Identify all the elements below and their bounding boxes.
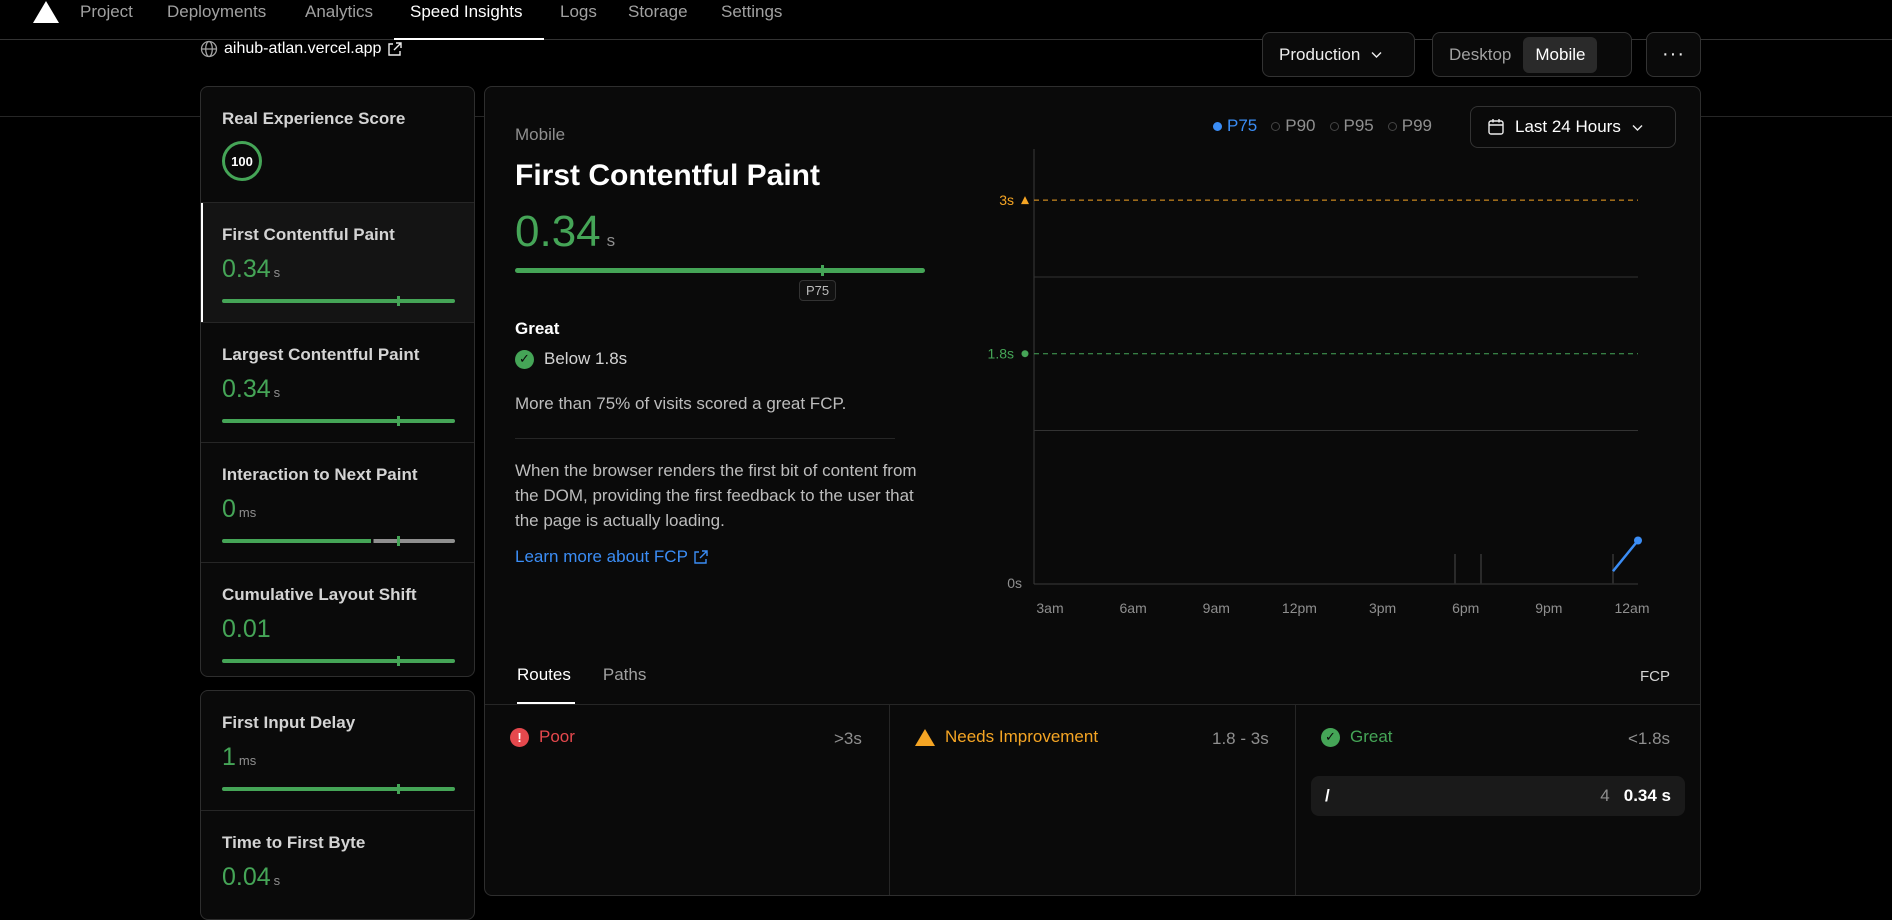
p75-marker xyxy=(397,784,400,794)
metric-unit: s xyxy=(273,873,281,888)
threshold-label: 3s xyxy=(999,192,1014,208)
metric-score-bar xyxy=(222,536,455,546)
breakdown-metric-label: FCP xyxy=(1640,668,1670,685)
metric-first-input-delay[interactable]: First Input Delay 1 ms xyxy=(201,691,474,811)
x-tick-label: 3pm xyxy=(1369,600,1396,616)
metrics-list: Real Experience Score 100 First Contentf… xyxy=(200,86,475,677)
column-label: Needs Improvement xyxy=(945,727,1099,746)
more-options-button[interactable]: ··· xyxy=(1646,32,1701,77)
chevron-down-icon xyxy=(1371,52,1382,58)
fcp-timeseries-chart: 3s 1.8s 0s 3am 6am 9am 12pm 3pm 6pm 9pm 12am xyxy=(988,149,1650,616)
threshold-marker xyxy=(1021,350,1029,358)
x-tick-label: 6pm xyxy=(1452,600,1479,616)
metric-largest-contentful-paint[interactable]: Largest Contentful Paint 0.34 s xyxy=(201,323,474,443)
warning-triangle-icon xyxy=(915,728,935,746)
series-line xyxy=(1612,539,1639,572)
p75-marker xyxy=(397,296,400,306)
metric-score-bar xyxy=(222,784,455,794)
metric-value: 0 xyxy=(222,495,236,523)
column-label: Poor xyxy=(539,727,575,746)
vercel-logo-icon[interactable] xyxy=(33,1,59,23)
p75-marker xyxy=(397,536,400,546)
metric-name: Time to First Byte xyxy=(222,833,366,852)
x-tick-label: 12am xyxy=(1614,600,1649,616)
alert-circle-icon: ! xyxy=(510,727,529,747)
more-icon: ··· xyxy=(1662,43,1685,65)
nav-settings[interactable]: Settings xyxy=(721,2,782,22)
metric-interaction-to-next-paint[interactable]: Interaction to Next Paint 0 ms xyxy=(201,443,474,563)
check-circle-icon: ✓ xyxy=(1321,727,1340,747)
column-range: >3s xyxy=(834,729,862,748)
nav-deployments[interactable]: Deployments xyxy=(167,2,266,22)
score-label: Real Experience Score xyxy=(222,109,406,128)
environment-select[interactable]: Production xyxy=(1262,32,1415,77)
metric-time-to-first-byte[interactable]: Time to First Byte 0.04 s xyxy=(201,811,474,919)
metric-first-contentful-paint[interactable]: First Contentful Paint 0.34 s xyxy=(201,203,474,323)
metric-score-bar xyxy=(222,296,455,306)
route-count: 4 xyxy=(1600,786,1610,805)
x-tick-label: 12pm xyxy=(1282,600,1317,616)
metric-value: 0.34 xyxy=(222,255,271,283)
y-tick-label: 0s xyxy=(1007,575,1022,591)
device-desktop-button[interactable]: Desktop xyxy=(1437,37,1523,73)
external-link-icon xyxy=(388,41,403,56)
domain-text: aihub-atlan.vercel.app xyxy=(224,40,382,57)
metric-name: First Input Delay xyxy=(222,713,356,732)
nav-storage[interactable]: Storage xyxy=(628,2,688,22)
metric-name: First Contentful Paint xyxy=(222,225,395,244)
x-tick-label: 3am xyxy=(1036,600,1063,616)
threshold-marker xyxy=(1021,196,1029,205)
metric-detail-panel: Mobile First Contentful Paint 0.34 s P75 … xyxy=(484,86,1701,896)
nav-project[interactable]: Project xyxy=(80,2,133,22)
breakdown-tabs: Routes Paths xyxy=(517,665,646,685)
column-range: <1.8s xyxy=(1628,729,1671,748)
metric-value: 0.34 xyxy=(222,375,271,403)
project-domain[interactable]: aihub-atlan.vercel.app xyxy=(200,40,403,58)
metric-name: Cumulative Layout Shift xyxy=(222,585,417,604)
series-point xyxy=(1634,536,1642,545)
tab-paths[interactable]: Paths xyxy=(603,665,646,685)
p75-marker xyxy=(397,416,400,426)
column-header-great: ✓ Great xyxy=(1321,727,1393,747)
route-value: 0.34 s xyxy=(1623,786,1671,805)
column-header-poor: ! Poor xyxy=(510,727,575,747)
real-experience-score[interactable]: Real Experience Score 100 xyxy=(201,87,474,203)
column-range: 1.8 - 3s xyxy=(1212,729,1269,748)
nav-active-indicator xyxy=(394,38,544,40)
metric-unit: s xyxy=(273,385,281,400)
metric-name: Interaction to Next Paint xyxy=(222,465,418,484)
environment-label: Production xyxy=(1279,44,1361,64)
globe-icon xyxy=(200,40,218,58)
route-row[interactable]: / 4 0.34 s xyxy=(1311,776,1685,816)
metric-unit: ms xyxy=(238,505,257,520)
route-path: / xyxy=(1325,786,1330,805)
metric-score-bar xyxy=(222,416,455,426)
tab-routes[interactable]: Routes xyxy=(517,665,571,685)
nav-analytics[interactable]: Analytics xyxy=(305,2,373,22)
metric-name: Largest Contentful Paint xyxy=(222,345,420,364)
device-toggle: Desktop Mobile xyxy=(1432,32,1632,77)
nav-speed-insights[interactable]: Speed Insights xyxy=(410,2,522,22)
threshold-label: 1.8s xyxy=(988,346,1014,362)
score-ring: 100 xyxy=(222,141,262,181)
metric-value: 1 xyxy=(222,743,236,771)
metric-score-bar xyxy=(222,656,455,666)
device-mobile-button[interactable]: Mobile xyxy=(1523,36,1598,73)
column-label: Great xyxy=(1350,727,1393,746)
metric-unit: s xyxy=(273,265,281,280)
x-tick-label: 6am xyxy=(1120,600,1147,616)
metric-unit: ms xyxy=(238,753,257,768)
column-header-needs-improvement: Needs Improvement xyxy=(915,727,1098,747)
metric-cumulative-layout-shift[interactable]: Cumulative Layout Shift 0.01 xyxy=(201,563,474,676)
metrics-list-secondary: First Input Delay 1 ms Time to First Byte… xyxy=(200,690,475,920)
x-tick-label: 9pm xyxy=(1535,600,1562,616)
nav-logs[interactable]: Logs xyxy=(560,2,597,22)
x-tick-label: 9am xyxy=(1203,600,1230,616)
metric-value: 0.01 xyxy=(222,615,271,643)
metric-value: 0.04 xyxy=(222,863,271,891)
p75-marker xyxy=(397,656,400,666)
